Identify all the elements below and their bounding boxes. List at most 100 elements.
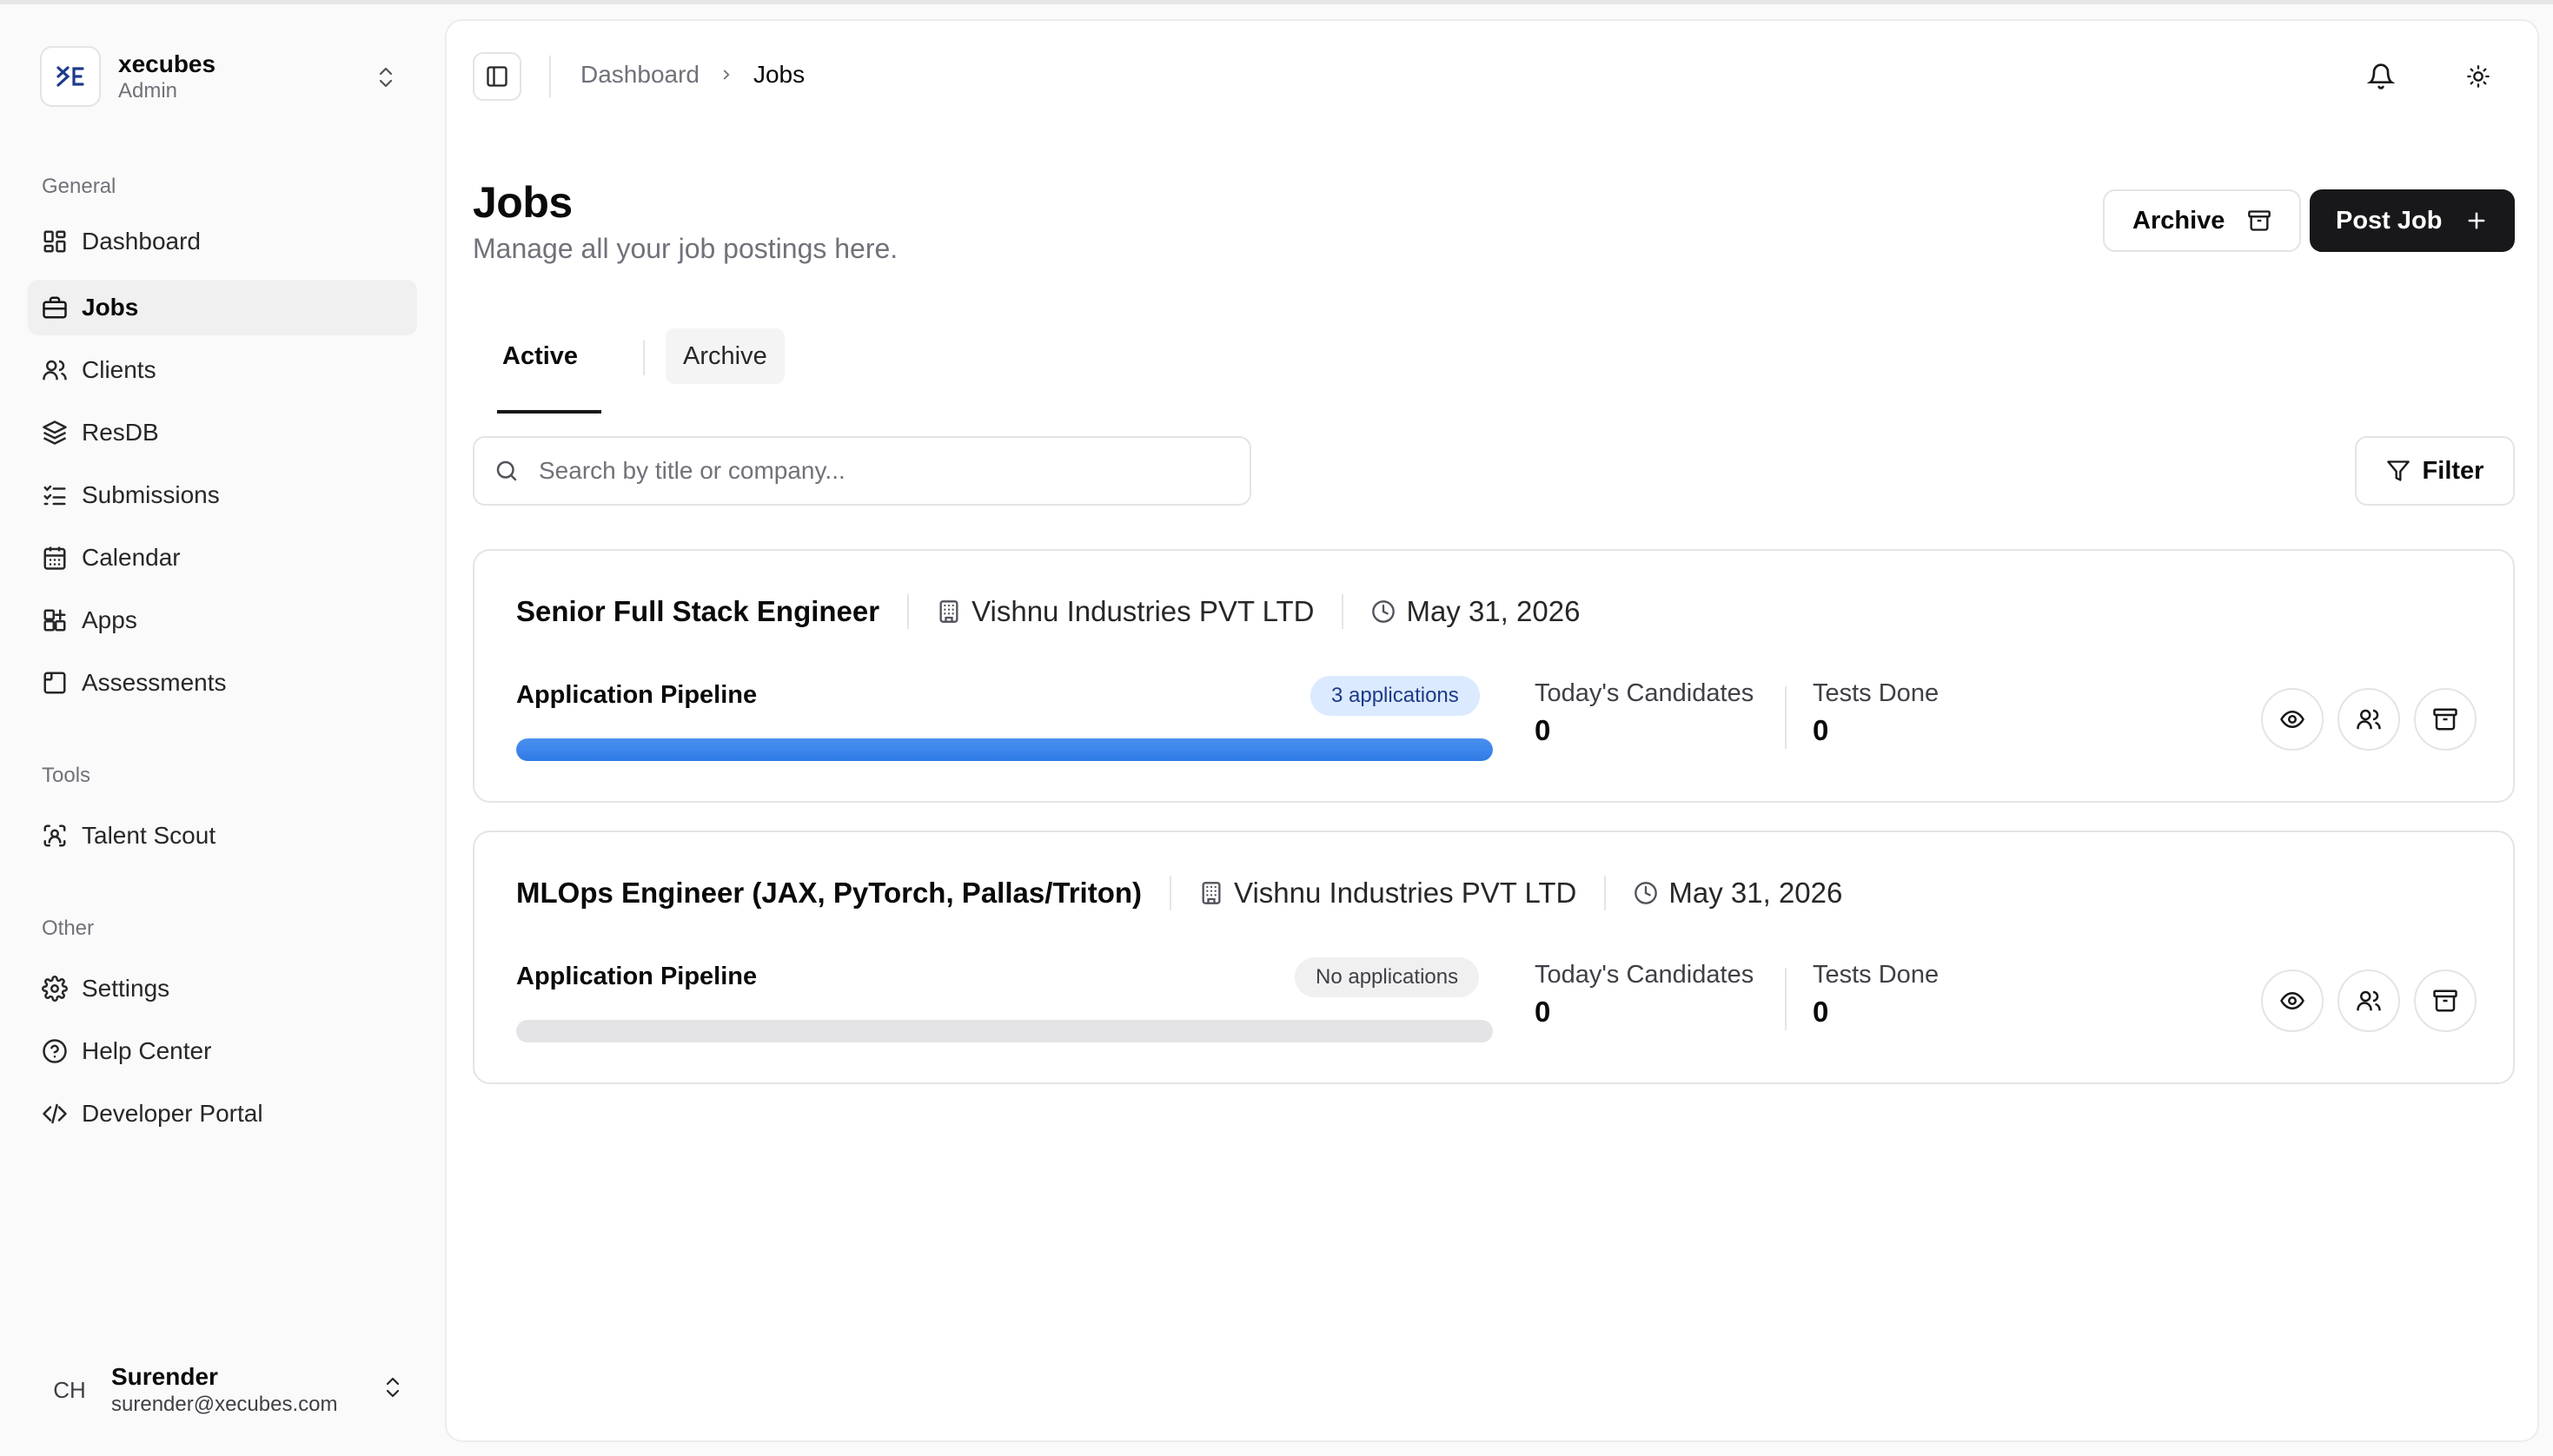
workspace-switcher[interactable]: xecubes Admin (28, 39, 410, 114)
divider (907, 594, 910, 629)
divider (1785, 968, 1787, 1030)
sidebar-item-resdb[interactable]: ResDB (28, 405, 417, 460)
users-icon (2357, 709, 2381, 730)
sidebar-item-label: Talent Scout (82, 822, 216, 849)
panel-left-icon (487, 66, 507, 87)
briefcase-icon (43, 296, 67, 319)
workspace-logo-icon (40, 46, 101, 107)
workspace-role: Admin (118, 79, 178, 103)
company-name: Vishnu Industries PVT LTD (971, 595, 1315, 627)
breadcrumb: Dashboard Jobs (580, 61, 805, 89)
view-job-button[interactable] (2261, 970, 2324, 1032)
sidebar-item-label: Assessments (82, 669, 227, 696)
help-circle-icon (43, 1039, 67, 1063)
todays-candidates-stat: Today's Candidates 0 (1535, 959, 1754, 1034)
applications-badge: No applications (1295, 957, 1480, 997)
sidebar-item-label: ResDB (82, 419, 159, 446)
sidebar-item-help-center[interactable]: Help Center (28, 1023, 417, 1079)
sidebar-item-calendar[interactable]: Calendar (28, 530, 417, 586)
sidebar-item-clients[interactable]: Clients (28, 342, 417, 398)
pipeline-progress-bar (516, 1020, 1493, 1042)
stat-value: 0 (1535, 996, 1551, 1028)
sidebar-item-talent-scout[interactable]: Talent Scout (28, 808, 417, 864)
view-job-button[interactable] (2261, 688, 2324, 751)
group-label-other: Other (42, 917, 95, 940)
archive-icon (2433, 989, 2457, 1012)
job-title[interactable]: Senior Full Stack Engineer (516, 595, 879, 628)
pipeline-progress-bar (516, 738, 1493, 761)
post-job-button-label: Post Job (2336, 206, 2443, 235)
divider (1604, 876, 1607, 910)
chevrons-up-down-icon (379, 67, 393, 88)
view-candidates-button[interactable] (2337, 970, 2400, 1032)
sidebar: xecubes Admin General Dashboard Jobs Cli… (0, 4, 441, 1456)
archive-button[interactable]: Archive (2103, 189, 2302, 252)
breadcrumb-dashboard[interactable]: Dashboard (580, 61, 700, 89)
filter-button[interactable]: Filter (2355, 436, 2515, 506)
stat-label: Tests Done (1813, 679, 1940, 707)
archive-job-button[interactable] (2414, 970, 2477, 1032)
clock-icon (1372, 600, 1396, 623)
sidebar-item-label: Calendar (82, 544, 181, 571)
sidebar-item-assessments[interactable]: Assessments (28, 655, 417, 711)
main-panel: Dashboard Jobs Jobs Manage all your job … (445, 19, 2539, 1442)
eye-icon (2280, 991, 2304, 1010)
building-icon (1202, 882, 1221, 904)
sidebar-item-label: Developer Portal (82, 1100, 263, 1127)
divider (1170, 876, 1172, 910)
sidebar-item-submissions[interactable]: Submissions (28, 467, 417, 523)
tests-done-stat: Tests Done 0 (1813, 959, 1939, 1034)
user-menu[interactable]: CH Surender surender@xecubes.com (28, 1351, 417, 1429)
applications-badge: 3 applications (1310, 676, 1480, 716)
job-card[interactable]: Senior Full Stack Engineer Vishnu Indust… (473, 549, 2515, 803)
archive-job-button[interactable] (2414, 688, 2477, 751)
sidebar-item-label: Jobs (82, 294, 139, 321)
gear-icon (42, 976, 68, 1002)
archive-icon (2248, 210, 2271, 231)
job-card[interactable]: MLOps Engineer (JAX, PyTorch, Pallas/Tri… (473, 831, 2515, 1084)
clock-icon (1635, 882, 1658, 904)
company-name: Vishnu Industries PVT LTD (1234, 877, 1577, 909)
notifications-button[interactable] (2360, 56, 2402, 97)
post-job-button[interactable]: Post Job (2310, 189, 2516, 252)
sidebar-toggle-button[interactable] (473, 52, 521, 101)
header: Dashboard Jobs (447, 21, 2537, 132)
breadcrumb-jobs: Jobs (753, 61, 806, 88)
bell-icon (2367, 63, 2395, 89)
sidebar-item-settings[interactable]: Settings (28, 961, 417, 1016)
sidebar-item-apps[interactable]: Apps (28, 592, 417, 648)
user-email: surender@xecubes.com (111, 1393, 338, 1416)
tab-active[interactable]: Active (485, 328, 595, 384)
header-divider (549, 56, 551, 97)
archive-button-label: Archive (2132, 206, 2225, 235)
sidebar-item-developer-portal[interactable]: Developer Portal (28, 1086, 417, 1142)
theme-toggle-button[interactable] (2457, 56, 2499, 97)
search-input[interactable] (539, 457, 1217, 485)
sidebar-item-dashboard[interactable]: Dashboard (28, 214, 417, 269)
sidebar-item-label: Clients (82, 356, 156, 383)
filter-icon (2386, 460, 2410, 481)
search-icon (496, 460, 517, 481)
page-title: Jobs (473, 178, 573, 227)
job-title[interactable]: MLOps Engineer (JAX, PyTorch, Pallas/Tri… (516, 877, 1142, 910)
sidebar-item-label: Dashboard (82, 228, 201, 255)
stat-value: 0 (1535, 714, 1551, 746)
calendar-icon (43, 546, 66, 570)
scan-user-icon (43, 824, 66, 847)
group-label-general: General (42, 175, 116, 198)
sidebar-item-jobs[interactable]: Jobs (28, 280, 417, 335)
view-candidates-button[interactable] (2337, 688, 2400, 751)
plus-icon (2469, 212, 2485, 229)
user-name: Surender (111, 1363, 218, 1390)
todays-candidates-stat: Today's Candidates 0 (1535, 678, 1754, 752)
stat-label: Tests Done (1813, 961, 1940, 989)
tab-archive[interactable]: Archive (666, 328, 785, 384)
chevrons-up-down-icon (386, 1377, 400, 1398)
archive-icon (2433, 708, 2457, 731)
workspace-name: xecubes (118, 50, 216, 77)
page-subtitle: Manage all your job postings here. (473, 233, 899, 264)
search-box[interactable] (473, 436, 1251, 506)
sidebar-item-label: Settings (82, 975, 170, 1002)
apps-plus-icon (43, 609, 66, 632)
filter-button-label: Filter (2422, 456, 2484, 485)
